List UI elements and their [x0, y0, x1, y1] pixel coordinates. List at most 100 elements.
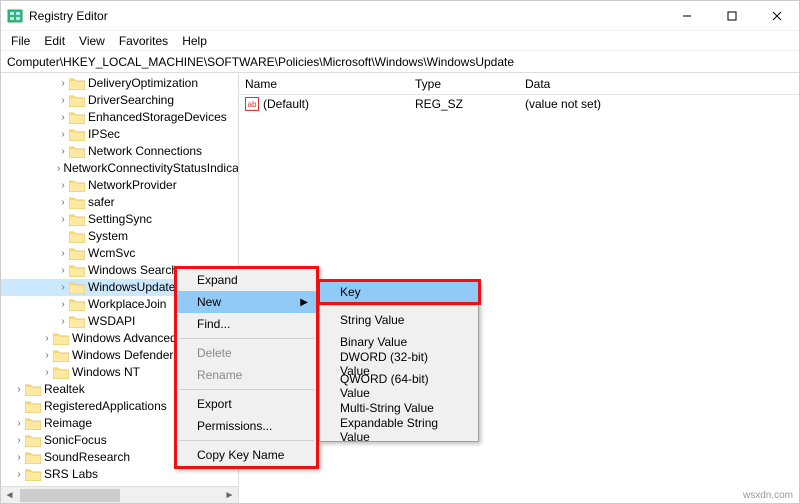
list-row[interactable]: ab(Default) REG_SZ (value not set) [239, 95, 799, 113]
tree-scrollbar[interactable]: ◄ ► [1, 486, 238, 503]
tree-node-network-connections[interactable]: ›Network Connections [1, 143, 238, 160]
col-name[interactable]: Name [239, 77, 409, 91]
chevron-right-icon[interactable]: › [57, 75, 69, 92]
menu-delete[interactable]: Delete [177, 342, 316, 364]
col-data[interactable]: Data [519, 77, 799, 91]
menu-find[interactable]: Find... [177, 313, 316, 335]
minimize-button[interactable] [664, 1, 709, 30]
chevron-right-icon[interactable]: › [41, 347, 53, 364]
tree-label: NetworkProvider [88, 177, 177, 194]
menu-rename[interactable]: Rename [177, 364, 316, 386]
folder-icon [25, 400, 41, 413]
regedit-icon [7, 8, 23, 24]
chevron-right-icon[interactable]: › [57, 296, 69, 313]
scroll-thumb[interactable] [20, 489, 120, 502]
address-bar[interactable]: Computer\HKEY_LOCAL_MACHINE\SOFTWARE\Pol… [1, 51, 799, 73]
tree-node-settingsync[interactable]: ›SettingSync [1, 211, 238, 228]
tree-label: SonicFocus [44, 432, 107, 449]
tree-label: IPSec [88, 126, 120, 143]
tree-label: Windows Search [88, 262, 178, 279]
tree-node-deliveryoptimization[interactable]: › DeliveryOptimization [1, 75, 238, 92]
submenu-expandable[interactable]: Expandable String Value [320, 419, 478, 441]
menu-view[interactable]: View [73, 32, 111, 50]
folder-icon [53, 366, 69, 379]
menu-edit[interactable]: Edit [38, 32, 71, 50]
submenu-arrow-icon: ▶ [300, 297, 308, 308]
menu-permissions[interactable]: Permissions... [177, 415, 316, 437]
chevron-right-icon[interactable]: › [13, 381, 25, 398]
window-controls [664, 1, 799, 30]
menu-copy-key-name[interactable]: Copy Key Name [177, 444, 316, 466]
chevron-right-icon[interactable]: › [57, 92, 69, 109]
tree-label: Windows NT [72, 364, 140, 381]
submenu-qword[interactable]: QWORD (64-bit) Value [320, 375, 478, 397]
menu-file[interactable]: File [5, 32, 36, 50]
chevron-right-icon[interactable]: › [13, 432, 25, 449]
folder-icon [69, 230, 85, 243]
list-header: Name Type Data [239, 73, 799, 95]
submenu-key[interactable]: Key [317, 279, 481, 305]
col-type[interactable]: Type [409, 77, 519, 91]
chevron-right-icon[interactable]: › [57, 194, 69, 211]
folder-icon [69, 179, 85, 192]
scroll-right-icon[interactable]: ► [221, 487, 238, 504]
chevron-right-icon[interactable]: › [57, 313, 69, 330]
folder-icon [69, 213, 85, 226]
folder-icon [53, 349, 69, 362]
folder-icon [53, 332, 69, 345]
tree-node-safer[interactable]: › safer [1, 194, 238, 211]
tree-node-wcmsvc[interactable]: ›WcmSvc [1, 245, 238, 262]
menu-export[interactable]: Export [177, 393, 316, 415]
tree-label: System [88, 228, 128, 245]
chevron-right-icon[interactable]: › [13, 449, 25, 466]
chevron-right-icon[interactable]: › [57, 143, 69, 160]
chevron-right-icon[interactable]: › [13, 466, 25, 483]
folder-icon [69, 128, 85, 141]
tree-label: WorkplaceJoin [88, 296, 166, 313]
tree-node-ipsec[interactable]: › IPSec [1, 126, 238, 143]
chevron-right-icon[interactable]: › [57, 245, 69, 262]
chevron-right-icon[interactable]: › [57, 262, 69, 279]
tree-label: SoundResearch [44, 449, 130, 466]
tree-label: DriverSearching [88, 92, 174, 109]
menu-separator [179, 338, 314, 339]
tree-label: EnhancedStorageDevices [88, 109, 227, 126]
chevron-right-icon[interactable]: › [41, 364, 53, 381]
menu-favorites[interactable]: Favorites [113, 32, 174, 50]
tree-label: DeliveryOptimization [88, 75, 198, 92]
scroll-left-icon[interactable]: ◄ [1, 487, 18, 504]
chevron-right-icon[interactable]: › [57, 279, 69, 296]
close-button[interactable] [754, 1, 799, 30]
new-submenu: Key String Value Binary Value DWORD (32-… [319, 281, 479, 442]
chevron-right-icon[interactable]: › [57, 211, 69, 228]
tree-label: safer [88, 194, 115, 211]
folder-icon [69, 315, 85, 328]
menu-new[interactable]: New▶ [177, 291, 316, 313]
context-menu: Expand New▶ Find... Delete Rename Export… [174, 266, 319, 469]
folder-icon [69, 111, 85, 124]
submenu-string[interactable]: String Value [320, 309, 478, 331]
folder-icon [69, 94, 85, 107]
chevron-right-icon[interactable]: › [57, 160, 60, 177]
window-title: Registry Editor [29, 9, 664, 23]
maximize-button[interactable] [709, 1, 754, 30]
menu-expand[interactable]: Expand [177, 269, 316, 291]
menu-separator [322, 305, 476, 306]
folder-icon [69, 247, 85, 260]
chevron-right-icon[interactable]: › [57, 126, 69, 143]
tree-node-networkprovider[interactable]: › NetworkProvider [1, 177, 238, 194]
folder-icon [69, 196, 85, 209]
tree-node-enhancedstoragedevices[interactable]: › EnhancedStorageDevices [1, 109, 238, 126]
chevron-right-icon[interactable]: › [13, 415, 25, 432]
registry-editor-window: Registry Editor File Edit View Favorites… [0, 0, 800, 504]
tree-node-system[interactable]: System [1, 228, 238, 245]
chevron-right-icon[interactable]: › [57, 109, 69, 126]
folder-icon [69, 77, 85, 90]
tree-label: NetworkConnectivityStatusIndicator [63, 160, 239, 177]
menu-help[interactable]: Help [176, 32, 213, 50]
tree-node-driversearching[interactable]: › DriverSearching [1, 92, 238, 109]
chevron-right-icon[interactable]: › [41, 330, 53, 347]
tree-node-networkconnectivitystatusindicator[interactable]: ›NetworkConnectivityStatusIndicator [1, 160, 238, 177]
chevron-right-icon[interactable]: › [57, 177, 69, 194]
folder-icon [25, 451, 41, 464]
